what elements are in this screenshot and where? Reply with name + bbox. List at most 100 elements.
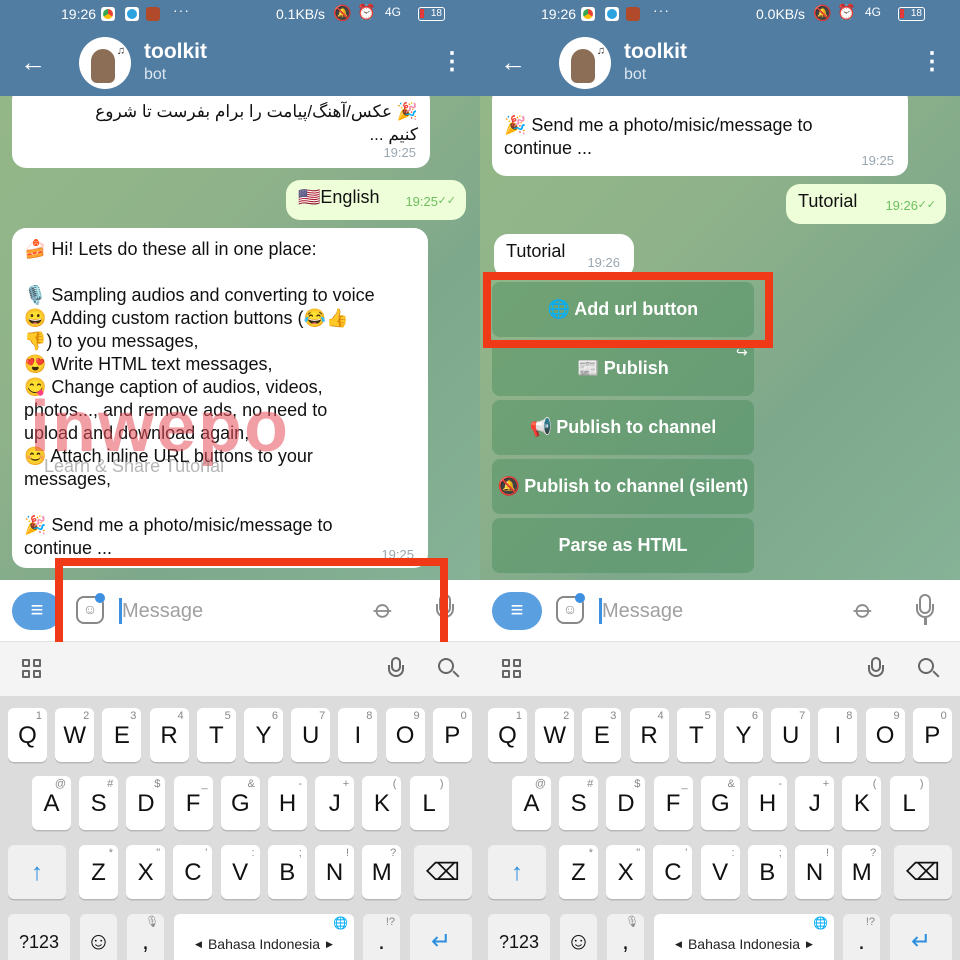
- key-k[interactable]: K(: [362, 776, 402, 830]
- message-bubble-welcome[interactable]: 🎉 Send me a photo/misic/message to conti…: [492, 96, 908, 176]
- key-t[interactable]: T5: [676, 708, 716, 762]
- key-p[interactable]: P0: [912, 708, 952, 762]
- inline-button-publish-silent[interactable]: 🔕 Publish to channel (silent): [492, 459, 754, 514]
- key-e[interactable]: E3: [582, 708, 622, 762]
- message-bubble-outgoing[interactable]: Tutorial 19:26 ✓✓: [786, 184, 946, 224]
- message-bubble-outgoing[interactable]: 🇺🇸English 19:25 ✓✓: [286, 180, 466, 220]
- symbols-key[interactable]: ?123: [488, 914, 550, 960]
- attach-icon[interactable]: ⌀: [847, 593, 880, 626]
- chat-title[interactable]: toolkit: [144, 40, 207, 64]
- comma-key[interactable]: , 🎙: [127, 914, 164, 960]
- key-u[interactable]: U7: [771, 708, 811, 762]
- comma-key[interactable]: , 🎙: [607, 914, 644, 960]
- key-y[interactable]: Y6: [244, 708, 283, 762]
- emoji-key[interactable]: ☺: [80, 914, 117, 960]
- key-j[interactable]: J +: [315, 776, 355, 830]
- key-g[interactable]: G &: [220, 776, 260, 830]
- key-g[interactable]: G &: [700, 776, 740, 830]
- key-c[interactable]: C ': [653, 845, 693, 899]
- key-f[interactable]: F _: [173, 776, 213, 830]
- backspace-key[interactable]: ⌫: [894, 845, 952, 899]
- back-button[interactable]: ←: [500, 49, 528, 78]
- key-w[interactable]: W2: [535, 708, 575, 762]
- voice-input-icon[interactable]: [868, 657, 884, 681]
- chat-area[interactable]: 🎉 Send me a photo/misic/message to conti…: [480, 96, 960, 580]
- key-u[interactable]: U7: [291, 708, 331, 762]
- chat-area[interactable]: 🎉 عکس/آهنگ/پیامت را برام بفرست تا شروع ک…: [0, 96, 480, 580]
- microphone-icon[interactable]: [916, 594, 934, 628]
- key-l[interactable]: L): [409, 776, 449, 830]
- key-j[interactable]: J +: [795, 776, 835, 830]
- key-v[interactable]: V:: [220, 845, 260, 899]
- key-o[interactable]: O9: [385, 708, 425, 762]
- key-m[interactable]: M?: [362, 845, 402, 899]
- more-menu-button[interactable]: ⋮: [440, 48, 464, 78]
- share-icon[interactable]: ↪: [736, 344, 748, 361]
- space-bar[interactable]: ◀ Bahasa Indonesia ▶ 🌐: [174, 914, 354, 960]
- search-icon[interactable]: [438, 658, 460, 680]
- inline-button-publish-to-channel[interactable]: 📢 Publish to channel: [492, 400, 754, 455]
- period-key[interactable]: .!?: [843, 914, 880, 960]
- inline-button-publish[interactable]: 📰 Publish: [492, 341, 754, 396]
- bot-avatar[interactable]: ♫: [559, 37, 611, 89]
- emoji-key[interactable]: ☺: [560, 914, 597, 960]
- voice-input-icon[interactable]: [388, 657, 404, 681]
- key-q[interactable]: Q1: [8, 708, 47, 762]
- message-input[interactable]: [122, 594, 362, 628]
- key-h[interactable]: H-: [268, 776, 307, 830]
- shift-key[interactable]: ↑: [488, 845, 546, 899]
- microphone-icon[interactable]: [436, 594, 454, 628]
- key-z[interactable]: Z *: [79, 845, 118, 899]
- key-c[interactable]: C ': [173, 845, 213, 899]
- key-n[interactable]: N!: [315, 845, 354, 899]
- back-button[interactable]: ←: [20, 49, 48, 78]
- message-bubble-persian[interactable]: 🎉 عکس/آهنگ/پیامت را برام بفرست تا شروع ک…: [12, 96, 430, 168]
- key-h[interactable]: H-: [748, 776, 787, 830]
- space-bar[interactable]: ◀ Bahasa Indonesia ▶ 🌐: [654, 914, 834, 960]
- key-q[interactable]: Q1: [488, 708, 527, 762]
- symbols-key[interactable]: ?123: [8, 914, 70, 960]
- bot-menu-button[interactable]: ≡: [12, 592, 62, 630]
- message-bubble-welcome[interactable]: 🍰 Hi! Lets do these all in one place: 🎙️…: [12, 228, 428, 568]
- key-t[interactable]: T5: [196, 708, 236, 762]
- key-a[interactable]: A @: [512, 776, 551, 830]
- message-input[interactable]: [602, 594, 842, 628]
- attach-icon[interactable]: ⌀: [367, 593, 400, 626]
- key-x[interactable]: X ": [126, 845, 166, 899]
- key-a[interactable]: A @: [32, 776, 71, 830]
- key-r[interactable]: R4: [149, 708, 189, 762]
- message-bubble-incoming[interactable]: Tutorial 19:26: [494, 234, 634, 278]
- key-p[interactable]: P0: [432, 708, 472, 762]
- period-key[interactable]: .!?: [363, 914, 400, 960]
- apps-grid-icon[interactable]: [22, 659, 42, 679]
- key-i[interactable]: I8: [818, 708, 858, 762]
- key-l[interactable]: L): [889, 776, 929, 830]
- key-d[interactable]: D $: [606, 776, 646, 830]
- key-v[interactable]: V:: [700, 845, 740, 899]
- apps-grid-icon[interactable]: [502, 659, 522, 679]
- key-s[interactable]: S #: [79, 776, 119, 830]
- key-k[interactable]: K(: [842, 776, 882, 830]
- inline-button-parse-html[interactable]: Parse as HTML: [492, 518, 754, 573]
- key-o[interactable]: O9: [865, 708, 905, 762]
- bot-avatar[interactable]: ♫: [79, 37, 131, 89]
- enter-key[interactable]: ↵: [890, 914, 952, 960]
- chat-title[interactable]: toolkit: [624, 40, 687, 64]
- key-f[interactable]: F _: [653, 776, 693, 830]
- shift-key[interactable]: ↑: [8, 845, 66, 899]
- enter-key[interactable]: ↵: [410, 914, 472, 960]
- key-e[interactable]: E3: [102, 708, 142, 762]
- bot-menu-button[interactable]: ≡: [492, 592, 542, 630]
- key-n[interactable]: N!: [795, 845, 834, 899]
- more-menu-button[interactable]: ⋮: [920, 48, 944, 78]
- key-x[interactable]: X ": [606, 845, 646, 899]
- backspace-key[interactable]: ⌫: [414, 845, 472, 899]
- key-z[interactable]: Z *: [559, 845, 598, 899]
- key-r[interactable]: R4: [629, 708, 669, 762]
- key-d[interactable]: D $: [126, 776, 166, 830]
- key-w[interactable]: W2: [55, 708, 95, 762]
- key-s[interactable]: S #: [559, 776, 599, 830]
- key-b[interactable]: B;: [267, 845, 307, 899]
- key-b[interactable]: B;: [747, 845, 787, 899]
- key-y[interactable]: Y6: [724, 708, 763, 762]
